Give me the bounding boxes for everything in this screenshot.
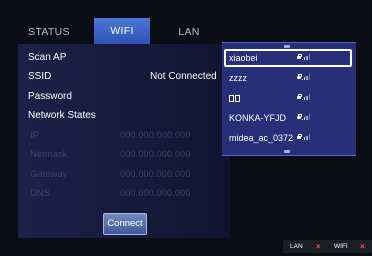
lan-disconnected-icon: × — [316, 242, 321, 251]
ssid-label: SSID — [28, 71, 52, 82]
ap-list: xiaobei zzzz KONKA-YFJD midea_ac_0372 — [222, 42, 356, 156]
netmask-label: Netmask — [30, 149, 68, 160]
gateway-label: Gateway — [30, 169, 68, 180]
scroll-up-icon[interactable] — [284, 45, 290, 48]
wifi-status-label: WIFI — [334, 243, 348, 250]
locked-wifi-signal-icon — [297, 49, 311, 63]
netmask-value: 000.000.000.000 — [120, 149, 191, 159]
ap-item[interactable] — [224, 89, 352, 107]
ip-label: IP — [30, 130, 39, 141]
unrenderable-name-glyphs — [229, 90, 241, 108]
ap-item[interactable]: midea_ac_0372 — [224, 129, 352, 147]
ap-name: zzzz — [229, 73, 247, 83]
locked-wifi-signal-icon — [297, 129, 311, 147]
locked-wifi-signal-icon — [297, 109, 311, 127]
locked-wifi-signal-icon — [297, 69, 311, 87]
wifi-disconnected-icon: × — [360, 242, 365, 251]
tab-bar: STATUS WIFI LAN — [18, 18, 230, 44]
password-field[interactable]: Password — [28, 91, 72, 102]
tab-status[interactable]: STATUS — [18, 20, 80, 44]
ap-item[interactable]: KONKA-YFJD — [224, 109, 352, 127]
scroll-down-icon[interactable] — [284, 150, 290, 153]
locked-wifi-signal-icon — [297, 89, 311, 107]
tab-wifi[interactable]: WIFI — [94, 18, 150, 44]
tab-lan[interactable]: LAN — [164, 20, 214, 44]
ap-name: midea_ac_0372 — [229, 133, 294, 143]
ssid-value: Not Connected — [150, 71, 217, 82]
lan-status-label: LAN — [290, 243, 303, 250]
ap-item[interactable]: zzzz — [224, 69, 352, 87]
connection-status-bar: LAN × WIFI × — [283, 240, 372, 253]
ip-value: 000.000.000.000 — [120, 130, 191, 140]
ap-name: KONKA-YFJD — [229, 113, 287, 123]
network-states-label: Network States — [28, 110, 96, 121]
gateway-value: 000.000.000.000 — [120, 169, 191, 179]
ap-item[interactable]: xiaobei — [224, 49, 352, 67]
ap-name: xiaobei — [229, 53, 258, 63]
dns-label: DNS — [30, 188, 51, 199]
dns-value: 000.000.000.000 — [120, 188, 191, 198]
scan-ap-button[interactable]: Scan AP — [28, 52, 66, 63]
connect-button[interactable]: Connect — [103, 213, 147, 235]
wifi-settings-screen: STATUS WIFI LAN Scan AP SSID Not Connect… — [0, 0, 372, 256]
